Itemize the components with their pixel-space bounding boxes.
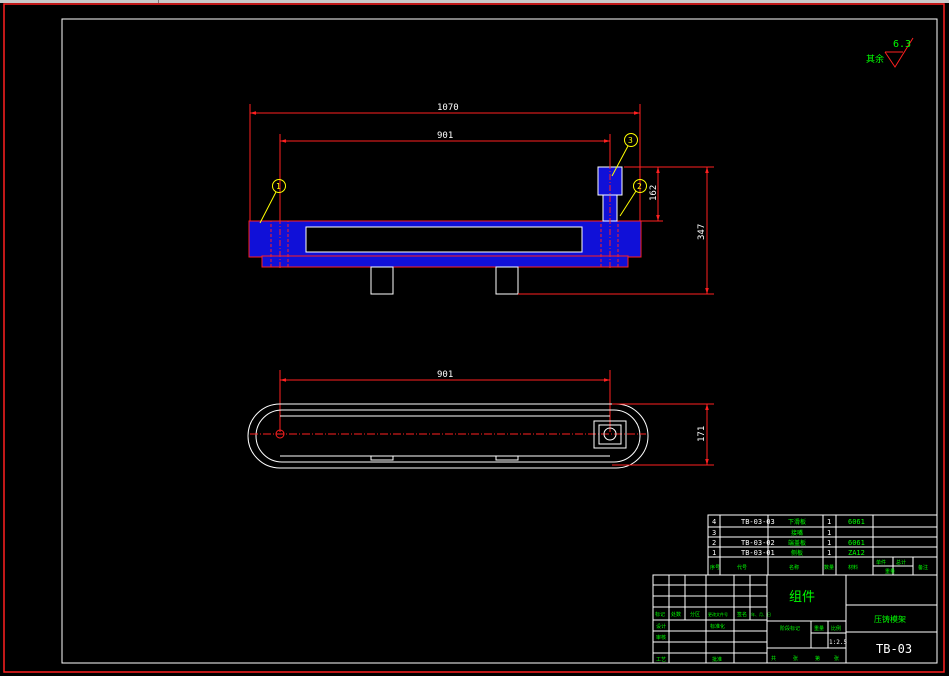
balloon-1-text: 1 — [276, 182, 281, 191]
parts-row-2-code: TB-03-02 — [741, 539, 775, 547]
roughness-value: 6.3 — [893, 39, 911, 50]
dim-width-plan-text: 171 — [697, 426, 707, 442]
parts-row-3-name: 接嘴 — [791, 529, 803, 537]
parts-row-2-name: 端盖板 — [788, 539, 806, 547]
parts-row-1-material: ZA12 — [848, 549, 865, 557]
parts-header-name: 名称 — [789, 564, 799, 571]
left-leg — [370, 266, 394, 295]
rev-doc-label: 更改文件号 — [708, 611, 728, 617]
parts-row-4-no: 4 — [712, 518, 716, 526]
company-name: 压铸模架 — [874, 614, 906, 624]
drawing-number: TB-03 — [876, 642, 912, 656]
stage-mark-label: 阶段标记 — [780, 625, 800, 632]
parts-row-2-qty: 1 — [827, 539, 831, 547]
sheet-label-1: 张 — [793, 655, 798, 662]
parts-header-total: 总计 — [896, 559, 906, 566]
rev-mark-label: 标记 — [655, 611, 665, 618]
drawing-title: 组件 — [789, 590, 815, 605]
balloon-2-text: 2 — [637, 182, 642, 191]
title-block[interactable]: 标记 处数 分区 更改文件号 签名 年、月、日 设计 标准化 审核 工艺 批准 … — [652, 574, 938, 664]
parts-row-2-material: 6061 — [848, 539, 865, 547]
parts-row-1-name: 侧板 — [791, 549, 803, 557]
dim-height-total-text: 347 — [697, 224, 707, 240]
front-view[interactable]: 1070 901 162 347 1 2 3 — [248, 103, 714, 295]
parts-row-4-material: 6061 — [848, 518, 865, 526]
roughness-symbol: 6.3 其余 — [866, 37, 914, 68]
sheet-inner-border — [61, 18, 938, 664]
rev-sign-label: 签名 — [737, 611, 747, 618]
balloon-3-text: 3 — [628, 136, 633, 145]
parts-header-material: 材料 — [848, 564, 858, 571]
parts-row-4-name: 下滑板 — [788, 518, 806, 526]
parts-row-1-code: TB-03-01 — [741, 549, 775, 557]
balloon-3[interactable]: 3 — [611, 133, 638, 177]
dim-height-stem-text: 162 — [649, 185, 659, 201]
parts-header-no: 序号 — [710, 564, 720, 571]
scale-value: 1:2.5 — [829, 639, 847, 646]
standardize-label: 标准化 — [710, 623, 725, 630]
plan-outer-outline — [247, 403, 649, 469]
plan-left-pad — [370, 455, 394, 461]
parts-list-table[interactable]: 4 TB-03-03 下滑板 1 6061 3 接嘴 1 2 TB-03-02 … — [707, 514, 938, 576]
parts-header-remark: 备注 — [918, 564, 928, 571]
parts-row-3-no: 3 — [712, 529, 716, 537]
parts-header-code: 代号 — [737, 564, 747, 571]
parts-header-weight: 重量 — [885, 568, 895, 575]
cad-drawing-canvas[interactable]: 6.3 其余 1070 901 162 347 1 2 3 901 171 4 … — [0, 0, 949, 676]
plan-right-pad — [495, 455, 519, 461]
parts-row-3-qty: 1 — [827, 529, 831, 537]
rev-zone-label: 分区 — [690, 611, 700, 618]
approve-label: 批准 — [712, 656, 722, 663]
parts-header-qty: 数量 — [824, 564, 834, 571]
parts-header-unit: 单件 — [876, 559, 886, 566]
dim-pitch-top-text: 901 — [437, 131, 453, 141]
plan-nozzle-square — [593, 420, 627, 449]
sheets-total-label: 共 — [771, 655, 776, 662]
dim-pitch-plan: 901 — [279, 370, 611, 432]
scale-label: 比例 — [831, 625, 841, 632]
plan-inner-outline — [255, 409, 641, 463]
sheet-outer-frame — [3, 3, 945, 673]
center-cavity — [305, 226, 583, 253]
dim-pitch-top: 901 — [279, 131, 611, 222]
sheet-label-2: 张 — [834, 655, 839, 662]
balloon-1[interactable]: 1 — [259, 179, 286, 224]
weight-label: 重量 — [814, 625, 824, 632]
rev-date-label: 年、月、日 — [751, 611, 771, 617]
dim-overall-length: 1070 — [249, 103, 641, 222]
parts-row-4-code: TB-03-03 — [741, 518, 775, 526]
process-label: 工艺 — [656, 657, 666, 663]
dim-pitch-plan-text: 901 — [437, 370, 453, 380]
parts-row-4-qty: 1 — [827, 518, 831, 526]
plan-view[interactable]: 901 171 — [247, 370, 714, 469]
checker-label: 审核 — [656, 634, 666, 641]
right-leg — [495, 266, 519, 295]
designer-label: 设计 — [656, 623, 666, 630]
parts-row-1-no: 1 — [712, 549, 716, 557]
rev-count-label: 处数 — [671, 611, 681, 618]
dim-height-stem: 162 — [624, 166, 663, 222]
dim-overall-length-text: 1070 — [437, 103, 459, 113]
roughness-label: 其余 — [866, 53, 884, 65]
balloon-2[interactable]: 2 — [619, 179, 647, 217]
sheet-no-label: 第 — [815, 655, 820, 662]
parts-row-2-no: 2 — [712, 539, 716, 547]
parts-row-1-qty: 1 — [827, 549, 831, 557]
lower-slide-body — [261, 255, 629, 268]
